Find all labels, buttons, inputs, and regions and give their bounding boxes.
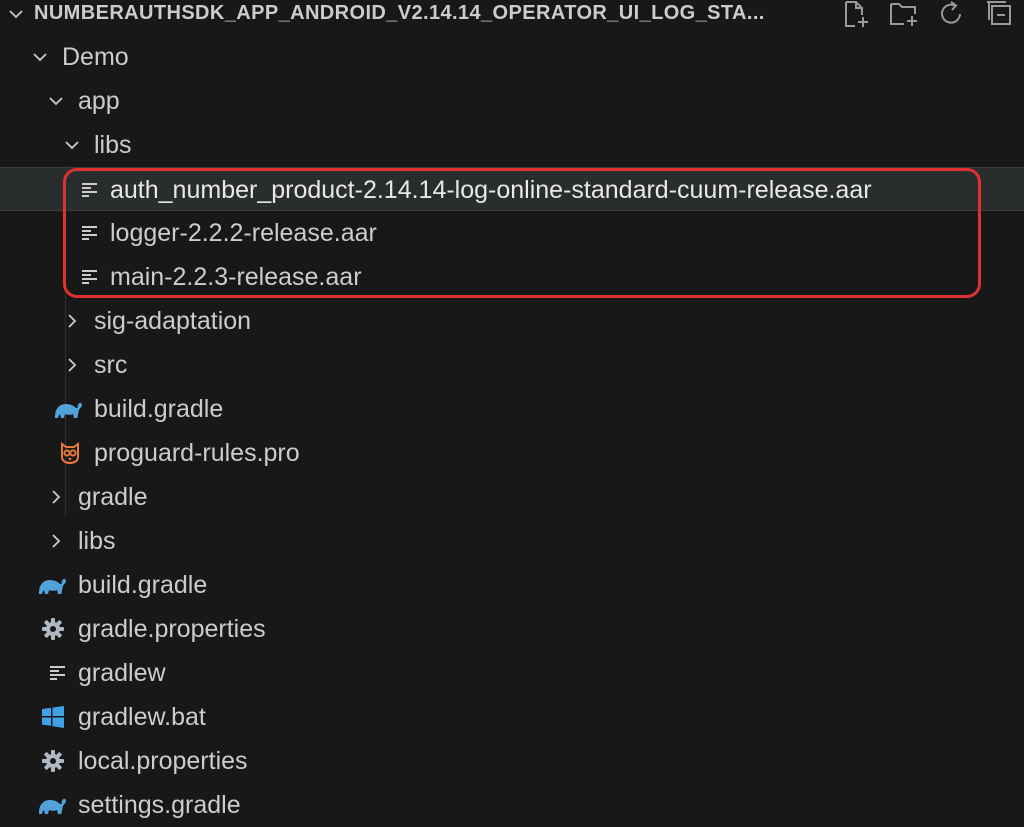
tree-item-label: gradle.properties [78, 615, 266, 643]
tree-item-label: main-2.2.3-release.aar [110, 263, 362, 291]
tree-item-sig-adaptation[interactable]: sig-adaptation [0, 299, 1024, 343]
collapse-all-button[interactable] [976, 0, 1024, 30]
gear-icon [38, 614, 68, 644]
text-file-icon [75, 218, 105, 248]
windows-icon [38, 702, 68, 732]
tree-item-label: sig-adaptation [94, 307, 252, 335]
gradle-icon [53, 394, 83, 424]
tree-item-logger-aar[interactable]: logger-2.2.2-release.aar [0, 211, 1024, 255]
tree-item-gradlew-bat[interactable]: gradlew.bat [0, 695, 1024, 739]
tree-item-label: build.gradle [78, 571, 208, 599]
tree-item-label: settings.gradle [78, 791, 241, 819]
tree-item-label: gradle [78, 483, 148, 511]
tree-item-label: gradlew.bat [78, 703, 206, 731]
explorer-title[interactable]: NUMBERAUTHSDK_APP_ANDROID_V2.14.14_OPERA… [34, 0, 844, 26]
tree-item-label: app [78, 87, 120, 115]
tree-item-label: libs [78, 527, 116, 555]
chevron-down-icon[interactable] [6, 4, 26, 24]
tree-item-gradlew[interactable]: gradlew [0, 651, 1024, 695]
tree-item-proguard-rules[interactable]: proguard-rules.pro [0, 431, 1024, 475]
explorer-actions [832, 0, 1024, 30]
gear-icon [38, 746, 68, 776]
tree-item-local-properties[interactable]: local.properties [0, 739, 1024, 783]
tree-item-label: Demo [62, 43, 129, 71]
tree-item-label: logger-2.2.2-release.aar [110, 219, 377, 247]
text-file-icon [75, 175, 105, 205]
tree-item-label: auth_number_product-2.14.14-log-online-s… [110, 176, 872, 204]
tree-item-gradle-folder[interactable]: gradle [0, 475, 1024, 519]
tree-item-label: gradlew [78, 659, 166, 687]
tree-item-label: libs [94, 131, 132, 159]
chevron-right-icon [68, 358, 77, 372]
tree-item-auth-aar[interactable]: auth_number_product-2.14.14-log-online-s… [0, 167, 1024, 211]
chevron-down-icon [65, 141, 79, 150]
gradle-icon [37, 790, 67, 820]
tree-item-label: build.gradle [94, 395, 224, 423]
tree-item-main-aar[interactable]: main-2.2.3-release.aar [0, 255, 1024, 299]
chevron-down-icon [49, 97, 63, 106]
tree-item-gradle-properties[interactable]: gradle.properties [0, 607, 1024, 651]
chevron-right-icon [52, 534, 61, 548]
collapse-all-icon [987, 1, 1011, 25]
refresh-icon [941, 1, 961, 24]
text-file-icon [75, 262, 105, 292]
gradle-icon [37, 570, 67, 600]
tree-item-libs-root[interactable]: libs [0, 519, 1024, 563]
tree-item-app-build-gradle[interactable]: build.gradle [0, 387, 1024, 431]
tree-item-root-build-gradle[interactable]: build.gradle [0, 563, 1024, 607]
new-file-icon [845, 1, 868, 27]
refresh-button[interactable] [928, 0, 976, 30]
chevron-right-icon [52, 490, 61, 504]
tree-item-src[interactable]: src [0, 343, 1024, 387]
tree-item-demo[interactable]: Demo [0, 35, 1024, 79]
chevron-down-icon [33, 53, 47, 62]
new-folder-button[interactable] [880, 0, 928, 30]
tree-item-settings-gradle[interactable]: settings.gradle [0, 783, 1024, 827]
explorer-header: NUMBERAUTHSDK_APP_ANDROID_V2.14.14_OPERA… [0, 0, 1024, 30]
text-file-icon [43, 658, 73, 688]
tree-item-app[interactable]: app [0, 79, 1024, 123]
tree-item-label: proguard-rules.pro [94, 439, 300, 467]
tree-item-libs[interactable]: libs [0, 123, 1024, 167]
new-file-button[interactable] [832, 0, 880, 30]
tree-item-label: local.properties [78, 747, 248, 775]
new-folder-icon [890, 3, 917, 26]
chevron-right-icon [68, 314, 77, 328]
proguard-owl-icon [55, 438, 85, 468]
tree-item-label: src [94, 351, 128, 379]
